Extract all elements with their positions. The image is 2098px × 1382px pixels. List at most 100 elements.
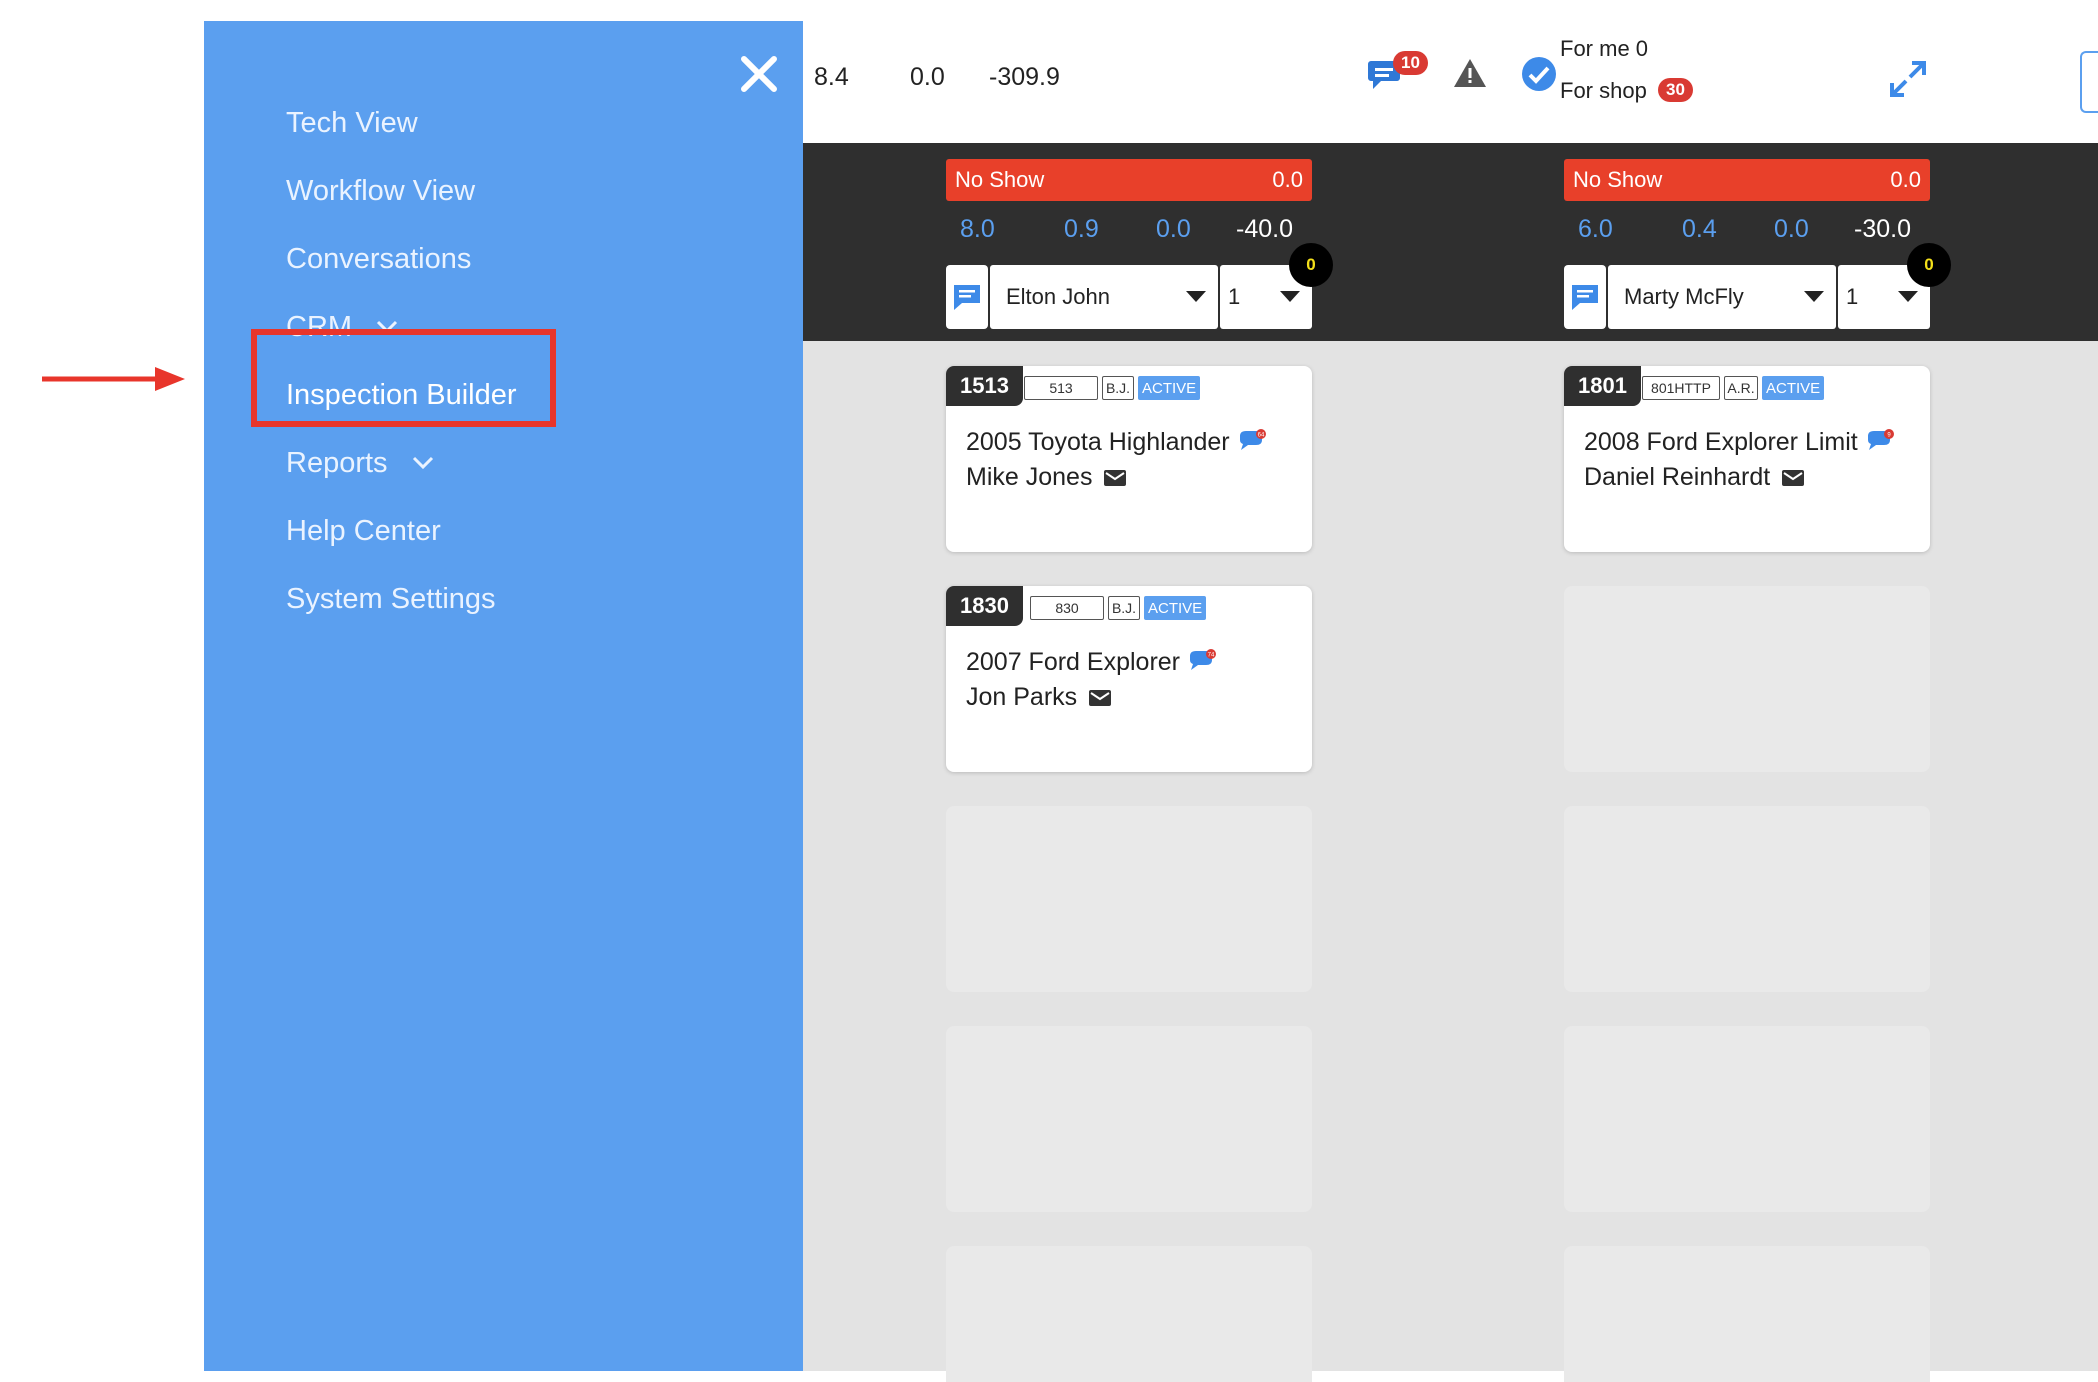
sidebar-item-label: Reports xyxy=(286,446,388,479)
ro-number: 1513 xyxy=(946,366,1023,406)
tech-stat-4: -40.0 xyxy=(1236,215,1293,243)
no-show-status-bar[interactable]: No Show 0.0 xyxy=(946,159,1312,201)
empty-card-slot xyxy=(1564,586,1930,772)
ro-number: 1830 xyxy=(946,586,1023,626)
tech-stat-3: 0.0 xyxy=(1774,215,1809,243)
customer-name: Daniel Reinhardt xyxy=(1584,463,1771,491)
sidebar-item-system-settings[interactable]: System Settings xyxy=(286,565,517,633)
repair-order-card[interactable]: 1513 513 B.J. ACTIVE 2005 Toyota Highlan… xyxy=(946,366,1312,552)
tech-select-value: Elton John xyxy=(1006,284,1110,309)
dropdown-caret-icon xyxy=(1804,291,1824,302)
workflow-board: 1513 513 B.J. ACTIVE 2005 Toyota Highlan… xyxy=(803,341,2098,1382)
chat-bubble-icon[interactable]: 64 xyxy=(1237,428,1267,454)
header-stat-hours: 8.4 xyxy=(814,63,849,91)
empty-card-slot xyxy=(946,806,1312,992)
bay-select-value: 1 xyxy=(1228,284,1241,309)
messages-count-badge: 10 xyxy=(1393,51,1428,75)
chevron-down-icon xyxy=(412,456,433,470)
ro-number: 1801 xyxy=(1564,366,1641,406)
tech-stat-3: 0.0 xyxy=(1156,215,1191,243)
sidebar-menu: Tech View Workflow View Conversations CR… xyxy=(204,21,803,1371)
mail-icon xyxy=(1089,689,1112,706)
sidebar-item-label: Help Center xyxy=(286,514,441,547)
sidebar-item-tech-view[interactable]: Tech View xyxy=(286,89,517,157)
check-circle-icon[interactable] xyxy=(1520,55,1558,93)
status-value: 0.0 xyxy=(1890,167,1921,192)
header-right-button[interactable] xyxy=(2080,51,2098,113)
tech-stat-2: 0.9 xyxy=(1064,215,1099,243)
header-stat-2: 0.0 xyxy=(910,63,945,91)
tech-stat-1: 8.0 xyxy=(960,215,995,243)
sidebar-item-label: Conversations xyxy=(286,242,472,275)
tag-number: 830 xyxy=(1030,596,1104,620)
tech-select-value: Marty McFly xyxy=(1624,284,1744,309)
empty-card-slot xyxy=(946,1246,1312,1382)
repair-order-card[interactable]: 1830 830 B.J. ACTIVE 2007 Ford Explorer … xyxy=(946,586,1312,772)
expand-icon[interactable] xyxy=(1888,59,1928,99)
dropdown-caret-icon xyxy=(1898,291,1918,302)
empty-card-slot xyxy=(1564,1026,1930,1212)
chat-bubble-icon[interactable]: 74 xyxy=(1187,648,1217,674)
close-icon[interactable] xyxy=(738,53,780,95)
sidebar-item-workflow-view[interactable]: Workflow View xyxy=(286,157,517,225)
status-label: No Show xyxy=(1573,167,1663,192)
column-header-band: No Show 0.0 8.0 0.9 0.0 -40.0 Elton John… xyxy=(803,143,2098,341)
tech-stat-1: 6.0 xyxy=(1578,215,1613,243)
vehicle-name: 2005 Toyota Highlander xyxy=(966,428,1230,456)
status-badge: ACTIVE xyxy=(1762,376,1825,400)
vehicle-name: 2008 Ford Explorer Limit xyxy=(1584,428,1858,456)
advisor-initials: B.J. xyxy=(1108,596,1140,620)
advisor-initials: A.R. xyxy=(1724,376,1758,400)
customer-line: Daniel Reinhardt xyxy=(1584,463,1805,492)
message-icon xyxy=(1572,285,1598,310)
tech-chat-button[interactable] xyxy=(1564,265,1606,329)
customer-name: Mike Jones xyxy=(966,463,1093,491)
tech-controls: Elton John 1 0 xyxy=(946,243,1333,329)
vehicle-name: 2007 Ford Explorer xyxy=(966,648,1181,676)
status-label: No Show xyxy=(955,167,1045,192)
sidebar-item-conversations[interactable]: Conversations xyxy=(286,225,517,293)
highlight-annotation-box xyxy=(251,329,556,427)
warning-icon[interactable] xyxy=(1452,57,1488,89)
tech-controls: Marty McFly 1 0 xyxy=(1564,243,1951,329)
status-value: 0.0 xyxy=(1272,167,1303,192)
chat-bubble-icon[interactable]: 9 xyxy=(1865,428,1895,454)
dropdown-caret-icon xyxy=(1186,291,1206,302)
status-badge: ACTIVE xyxy=(1138,376,1201,400)
tech-stat-2: 0.4 xyxy=(1682,215,1717,243)
sidebar-item-label: Tech View xyxy=(286,106,418,139)
advisor-initials: B.J. xyxy=(1102,376,1134,400)
tech-stats: 8.0 0.9 0.0 -40.0 xyxy=(946,215,1312,249)
for-shop-count-badge: 30 xyxy=(1658,78,1693,102)
sidebar-item-label: System Settings xyxy=(286,582,496,615)
no-show-status-bar[interactable]: No Show 0.0 xyxy=(1564,159,1930,201)
tag-number: 801HTTP xyxy=(1642,376,1720,400)
unread-count: 74 xyxy=(1208,653,1215,659)
repair-order-card[interactable]: 1801 801HTTP A.R. ACTIVE 2008 Ford Explo… xyxy=(1564,366,1930,552)
status-badge: ACTIVE xyxy=(1144,596,1207,620)
tech-stats: 6.0 0.4 0.0 -30.0 xyxy=(1564,215,1930,249)
for-me-label[interactable]: For me 0 xyxy=(1560,36,1648,62)
header-stat-3: -309.9 xyxy=(989,63,1060,91)
customer-line: Jon Parks xyxy=(966,683,1112,712)
vehicle-line: 2007 Ford Explorer 74 xyxy=(966,648,1217,677)
bay-select-value: 1 xyxy=(1846,284,1859,309)
customer-line: Mike Jones xyxy=(966,463,1127,492)
tech-select[interactable]: Marty McFly xyxy=(1608,265,1836,329)
dropdown-caret-icon xyxy=(1280,291,1300,302)
unread-count: 64 xyxy=(1257,433,1264,439)
tech-chat-button[interactable] xyxy=(946,265,988,329)
annotation-arrow-icon xyxy=(42,367,185,391)
for-shop-label[interactable]: For shop xyxy=(1560,78,1647,104)
top-header: 8.4 0.0 -309.9 10 For me 0 For shop 30 xyxy=(803,21,2098,143)
vehicle-line: 2005 Toyota Highlander 64 xyxy=(966,428,1267,457)
count-badge: 0 xyxy=(1289,243,1333,287)
empty-card-slot xyxy=(946,1026,1312,1212)
sidebar-item-label: Workflow View xyxy=(286,174,476,207)
customer-name: Jon Parks xyxy=(966,683,1078,711)
tech-select[interactable]: Elton John xyxy=(990,265,1218,329)
sidebar-item-reports[interactable]: Reports xyxy=(286,429,517,497)
message-icon xyxy=(954,285,980,310)
tag-number: 513 xyxy=(1024,376,1098,400)
sidebar-item-help-center[interactable]: Help Center xyxy=(286,497,517,565)
